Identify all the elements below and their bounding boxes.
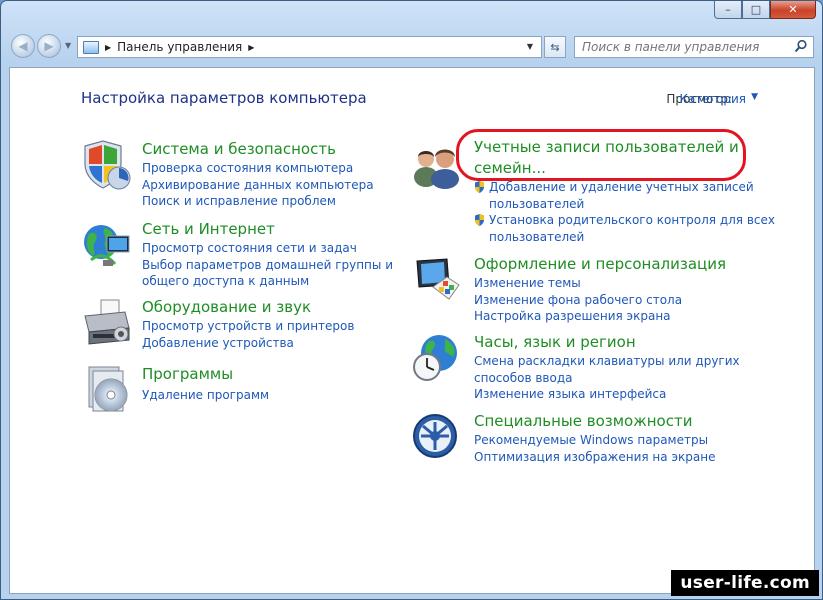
- category-title[interactable]: Часы, язык и регион: [474, 333, 636, 352]
- page-heading: Настройка параметров компьютера: [81, 89, 367, 107]
- close-button[interactable]: ✕: [770, 1, 816, 19]
- link-add-device[interactable]: Добавление устройства: [142, 335, 354, 352]
- uac-shield-icon: [475, 181, 484, 193]
- control-panel-icon: [83, 40, 99, 54]
- refresh-button[interactable]: ⇆: [544, 36, 566, 58]
- back-button[interactable]: ◀: [11, 34, 35, 58]
- breadcrumb-chevron-icon[interactable]: ▶: [105, 43, 111, 52]
- link-add-remove-accounts[interactable]: Добавление и удаление учетных записей: [474, 179, 775, 196]
- link-view-devices-printers[interactable]: Просмотр устройств и принтеров: [142, 318, 354, 335]
- ease-of-access-icon[interactable]: [413, 412, 463, 464]
- link-parental-controls[interactable]: Установка родительского контроля для все…: [474, 212, 775, 229]
- search-icon[interactable]: [794, 39, 808, 53]
- caption-buttons: – □ ✕: [714, 1, 816, 19]
- address-bar[interactable]: ▶ Панель управления ▶ ▼: [77, 36, 542, 58]
- link-view-network-status[interactable]: Просмотр состояния сети и задач: [142, 240, 393, 257]
- highlight-annotation: [456, 129, 746, 181]
- address-history-dropdown-icon[interactable]: ▼: [527, 42, 533, 51]
- appearance-monitor-icon[interactable]: [413, 255, 463, 307]
- search-input[interactable]: [575, 37, 785, 57]
- category-title[interactable]: Оформление и персонализация: [474, 255, 726, 274]
- link-change-theme[interactable]: Изменение темы: [474, 275, 682, 292]
- link-homegroup-options-cont[interactable]: общего доступа к данным: [142, 273, 393, 290]
- chevron-down-icon[interactable]: ▼: [751, 92, 758, 102]
- navigation-bar: ◀ ▶ ▼ ▶ Панель управления ▶ ▼ ⇆: [1, 31, 822, 63]
- link-parental-controls-cont[interactable]: пользователей: [474, 229, 775, 246]
- link-troubleshoot[interactable]: Поиск и исправление проблем: [142, 193, 374, 210]
- breadcrumb-control-panel[interactable]: Панель управления: [117, 40, 242, 54]
- link-change-desktop-background[interactable]: Изменение фона рабочего стола: [474, 292, 682, 309]
- minimize-button[interactable]: –: [714, 1, 742, 19]
- forward-arrow-icon: ▶: [44, 39, 54, 53]
- link-add-remove-accounts-cont[interactable]: пользователей: [474, 196, 775, 213]
- clock-globe-icon[interactable]: [413, 333, 463, 385]
- link-check-computer-status[interactable]: Проверка состояния компьютера: [142, 160, 374, 177]
- back-arrow-icon: ◀: [18, 39, 28, 53]
- category-title[interactable]: Программы: [142, 365, 233, 384]
- link-recommended-settings[interactable]: Рекомендуемые Windows параметры: [474, 432, 715, 449]
- forward-button[interactable]: ▶: [37, 34, 61, 58]
- category-title[interactable]: Система и безопасность: [142, 140, 336, 159]
- network-globe-icon[interactable]: [81, 220, 131, 272]
- link-change-keyboard-layout[interactable]: Смена раскладки клавиатуры или других: [474, 353, 740, 370]
- link-text[interactable]: Добавление и удаление учетных записей: [489, 180, 754, 194]
- link-homegroup-options[interactable]: Выбор параметров домашней группы и: [142, 257, 393, 274]
- link-optimize-visual-display[interactable]: Оптимизация изображения на экране: [474, 449, 715, 466]
- refresh-icon: ⇆: [550, 40, 560, 54]
- link-change-display-language[interactable]: Изменение языка интерфейса: [474, 386, 740, 403]
- watermark: user-life.com: [671, 570, 819, 596]
- shield-security-icon[interactable]: [81, 140, 131, 192]
- recent-pages-dropdown[interactable]: ▼: [65, 41, 71, 50]
- breadcrumb-chevron-icon[interactable]: ▶: [248, 43, 254, 52]
- link-change-keyboard-layout-cont[interactable]: способов ввода: [474, 370, 740, 387]
- category-title[interactable]: Специальные возможности: [474, 412, 692, 431]
- control-panel-window: – □ ✕ ◀ ▶ ▼ ▶ Панель управления ▶ ▼ ⇆ На…: [0, 0, 823, 600]
- link-uninstall-program[interactable]: Удаление программ: [142, 387, 269, 404]
- printer-icon[interactable]: [81, 298, 131, 350]
- programs-disc-icon[interactable]: [81, 365, 131, 417]
- category-title[interactable]: Оборудование и звук: [142, 298, 311, 317]
- category-title[interactable]: Сеть и Интернет: [142, 220, 275, 239]
- content-area: Настройка параметров компьютера Просмотр…: [9, 67, 815, 594]
- link-adjust-screen-resolution[interactable]: Настройка разрешения экрана: [474, 308, 682, 325]
- view-by-dropdown[interactable]: Категория: [679, 92, 746, 106]
- link-backup-computer[interactable]: Архивирование данных компьютера: [142, 177, 374, 194]
- search-box: [574, 36, 814, 58]
- link-text[interactable]: Установка родительского контроля для все…: [489, 213, 775, 227]
- maximize-button[interactable]: □: [742, 1, 770, 19]
- uac-shield-icon: [475, 214, 484, 226]
